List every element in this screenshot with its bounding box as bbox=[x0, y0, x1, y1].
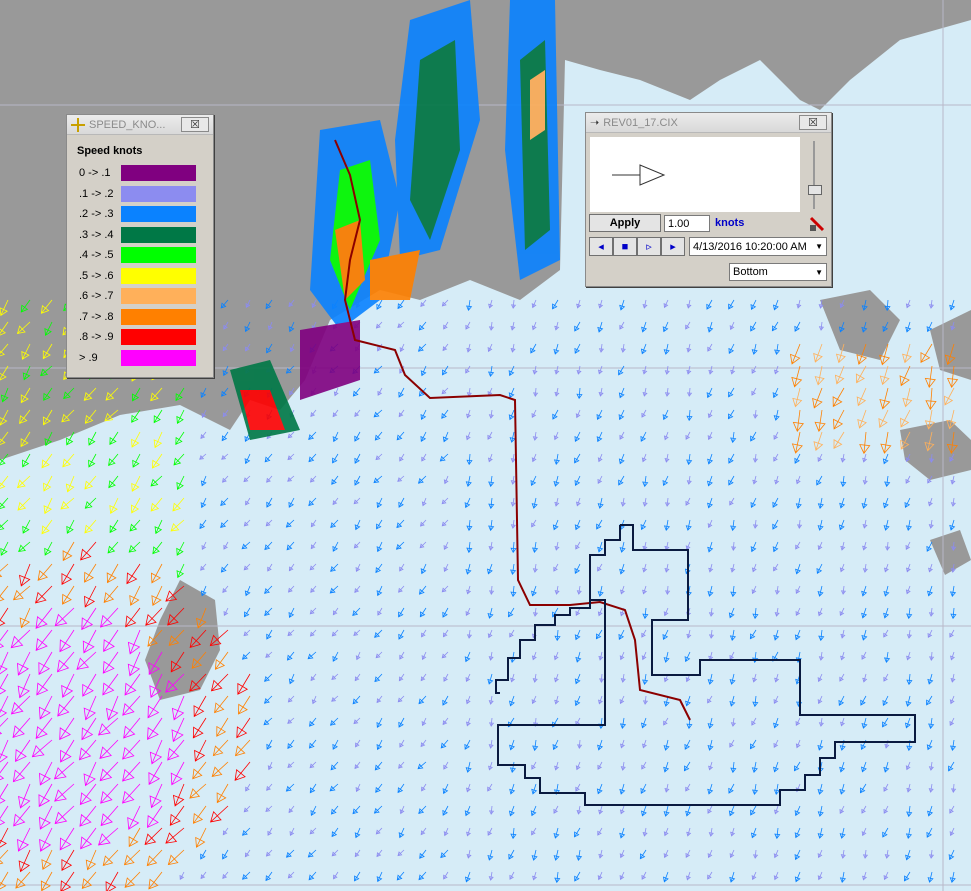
play-button[interactable]: ▸ bbox=[661, 237, 685, 256]
legend-row: 0 -> .1 bbox=[67, 163, 213, 184]
legend-row: .2 -> .3 bbox=[67, 204, 213, 225]
legend-row: .4 -> .5 bbox=[67, 245, 213, 266]
datetime-select[interactable]: 4/13/2016 10:20:00 AM ▼ bbox=[689, 237, 827, 256]
control-close-button[interactable]: ☒ bbox=[799, 115, 827, 130]
legend-range-label: .1 -> .2 bbox=[79, 187, 114, 200]
legend-titlebar[interactable]: SPEED_KNO... ☒ bbox=[67, 115, 213, 135]
layer-value: Bottom bbox=[733, 266, 768, 278]
vector-color-icon[interactable] bbox=[809, 216, 825, 232]
vector-control-window[interactable]: ➝ REV01_17.CIX ☒ Apply knots ◂ ■ ▹ ▸ 4/1… bbox=[585, 112, 832, 287]
legend-row: .1 -> .2 bbox=[67, 184, 213, 205]
control-titlebar[interactable]: ➝ REV01_17.CIX ☒ bbox=[586, 113, 831, 133]
arrow-preview bbox=[590, 137, 800, 212]
legend-heading: Speed knots bbox=[77, 145, 143, 157]
legend-title: SPEED_KNO... bbox=[89, 118, 166, 131]
chevron-down-icon[interactable]: ▼ bbox=[815, 242, 823, 251]
datetime-value: 4/13/2016 10:20:00 AM bbox=[693, 240, 807, 253]
legend-swatch bbox=[121, 185, 196, 202]
legend-swatch bbox=[121, 288, 196, 305]
legend-row: .3 -> .4 bbox=[67, 225, 213, 246]
chevron-down-icon[interactable]: ▼ bbox=[815, 268, 823, 277]
legend-range-label: 0 -> .1 bbox=[79, 167, 111, 180]
legend-swatch bbox=[121, 247, 196, 264]
slider-thumb[interactable] bbox=[808, 185, 822, 195]
arrow-pin-icon: ➝ bbox=[590, 117, 600, 129]
scale-input[interactable] bbox=[664, 215, 710, 232]
apply-button[interactable]: Apply bbox=[589, 214, 661, 232]
layer-select[interactable]: Bottom ▼ bbox=[729, 263, 827, 281]
legend-row: .7 -> .8 bbox=[67, 307, 213, 328]
legend-row: .8 -> .9 bbox=[67, 327, 213, 348]
pin-icon bbox=[71, 117, 85, 132]
scale-unit: knots bbox=[715, 217, 745, 229]
legend-range-label: .5 -> .6 bbox=[79, 269, 114, 282]
legend-swatch bbox=[121, 267, 196, 284]
control-title: REV01_17.CIX bbox=[603, 116, 678, 129]
legend-row: > .9 bbox=[67, 348, 213, 369]
legend-range-label: > .9 bbox=[79, 351, 98, 364]
scale-slider[interactable] bbox=[804, 141, 824, 211]
step-back-button[interactable]: ◂ bbox=[589, 237, 613, 256]
legend-range-label: .7 -> .8 bbox=[79, 310, 114, 323]
legend-range-label: .3 -> .4 bbox=[79, 228, 114, 241]
legend-swatch bbox=[121, 165, 196, 182]
legend-range-label: .4 -> .5 bbox=[79, 249, 114, 262]
legend-range-label: .6 -> .7 bbox=[79, 290, 114, 303]
legend-swatch bbox=[121, 349, 196, 366]
legend-range-label: .8 -> .9 bbox=[79, 331, 114, 344]
step-forward-button[interactable]: ▹ bbox=[637, 237, 661, 256]
legend-swatch bbox=[121, 206, 196, 223]
preview-arrow-icon bbox=[612, 164, 666, 186]
legend-range-label: .2 -> .3 bbox=[79, 208, 114, 221]
legend-close-button[interactable]: ☒ bbox=[181, 117, 209, 132]
speed-legend-window[interactable]: SPEED_KNO... ☒ Speed knots 0 -> .1 .1 -> … bbox=[66, 114, 214, 378]
legend-row: .6 -> .7 bbox=[67, 286, 213, 307]
stop-button[interactable]: ■ bbox=[613, 237, 637, 256]
legend-rows: 0 -> .1 .1 -> .2 .2 -> .3 .3 -> .4 .4 -> .5.… bbox=[67, 163, 213, 368]
legend-swatch bbox=[121, 329, 196, 346]
legend-swatch bbox=[121, 308, 196, 325]
legend-row: .5 -> .6 bbox=[67, 266, 213, 287]
legend-swatch bbox=[121, 226, 196, 243]
playback-controls: ◂ ■ ▹ ▸ bbox=[589, 237, 685, 256]
